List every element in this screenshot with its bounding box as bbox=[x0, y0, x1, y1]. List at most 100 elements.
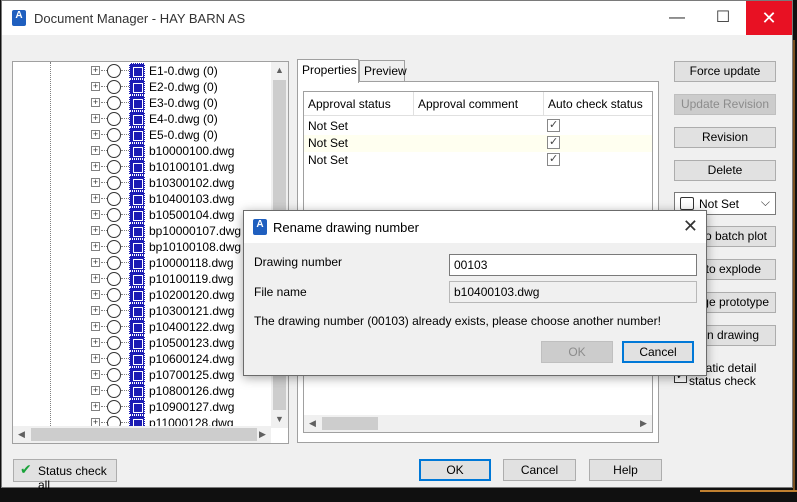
close-button[interactable]: ✕ bbox=[746, 1, 792, 35]
dwg-file-icon bbox=[129, 127, 145, 143]
dwg-file-icon bbox=[129, 287, 145, 303]
dwg-file-icon bbox=[129, 303, 145, 319]
dialog-titlebar: A Rename drawing number ✕ bbox=[244, 211, 706, 243]
help-button[interactable]: Help bbox=[589, 459, 662, 481]
revision-button[interactable]: Revision bbox=[674, 127, 776, 148]
status-circle-icon bbox=[107, 64, 121, 78]
cancel-button[interactable]: Cancel bbox=[503, 459, 576, 481]
force-update-button[interactable]: Force update bbox=[674, 61, 776, 82]
minimize-button[interactable]: — bbox=[654, 1, 700, 35]
delete-button[interactable]: Delete bbox=[674, 160, 776, 181]
tree-horizontal-scrollbar[interactable]: ◀ ▶ bbox=[13, 426, 271, 443]
tree-item[interactable]: + b10500104.dwg bbox=[13, 207, 271, 223]
expand-icon[interactable]: + bbox=[91, 290, 100, 299]
ok-button[interactable]: OK bbox=[419, 459, 491, 481]
expand-icon[interactable]: + bbox=[91, 210, 100, 219]
tree-item[interactable]: + p10000118.dwg bbox=[13, 255, 271, 271]
properties-horizontal-scrollbar[interactable]: ◀ ▶ bbox=[304, 415, 652, 432]
update-revision-button[interactable]: Update Revision bbox=[674, 94, 776, 115]
scroll-down-arrow-icon[interactable]: ▼ bbox=[271, 411, 288, 428]
maximize-button[interactable]: ☐ bbox=[700, 1, 746, 35]
tree-item-label: bp10100108.dwg bbox=[149, 240, 242, 254]
expand-icon[interactable]: + bbox=[91, 354, 100, 363]
status-circle-icon bbox=[107, 128, 121, 142]
tree-connector bbox=[121, 422, 129, 423]
tree-item[interactable]: + E2-0.dwg (0) bbox=[13, 79, 271, 95]
expand-icon[interactable]: + bbox=[91, 66, 100, 75]
dialog-close-icon[interactable]: ✕ bbox=[683, 216, 698, 237]
expand-icon[interactable]: + bbox=[91, 162, 100, 171]
tree-item[interactable]: + p10100119.dwg bbox=[13, 271, 271, 287]
expand-icon[interactable]: + bbox=[91, 338, 100, 347]
tree-item-label: b10000100.dwg bbox=[149, 144, 235, 158]
tree-item[interactable]: + E4-0.dwg (0) bbox=[13, 111, 271, 127]
column-header-approval-status[interactable]: Approval status bbox=[304, 92, 414, 116]
tree-item-label: E2-0.dwg (0) bbox=[149, 80, 218, 94]
scroll-left-arrow-icon[interactable]: ◀ bbox=[13, 426, 30, 443]
expand-icon[interactable]: + bbox=[91, 226, 100, 235]
tree-item[interactable]: + p10300121.dwg bbox=[13, 303, 271, 319]
tree-item[interactable]: + b10300102.dwg bbox=[13, 175, 271, 191]
tree-item[interactable]: + b10100101.dwg bbox=[13, 159, 271, 175]
dialog-ok-button[interactable]: OK bbox=[541, 341, 613, 363]
table-row[interactable]: Not Set bbox=[304, 135, 652, 152]
tree-item[interactable]: + p10200120.dwg bbox=[13, 287, 271, 303]
tree-item-label: p10500123.dwg bbox=[149, 336, 235, 350]
tree-item[interactable]: + bp10000107.dwg bbox=[13, 223, 271, 239]
tree-item[interactable]: + E5-0.dwg (0) bbox=[13, 127, 271, 143]
status-check-all-button[interactable]: ✔ Status check all bbox=[13, 459, 117, 492]
table-row[interactable]: Not Set bbox=[304, 118, 652, 135]
tree-item[interactable]: + p10400122.dwg bbox=[13, 319, 271, 335]
tree-item[interactable]: + p10500123.dwg bbox=[13, 335, 271, 351]
scroll-right-arrow-icon[interactable]: ▶ bbox=[254, 426, 271, 443]
tree-item[interactable]: + p10900127.dwg bbox=[13, 399, 271, 415]
expand-icon[interactable]: + bbox=[91, 370, 100, 379]
expand-icon[interactable]: + bbox=[91, 194, 100, 203]
tab-properties[interactable]: Properties bbox=[297, 59, 359, 83]
dialog-cancel-button[interactable]: Cancel bbox=[622, 341, 694, 363]
tree-item[interactable]: + b10000100.dwg bbox=[13, 143, 271, 159]
scroll-left-arrow-icon[interactable]: ◀ bbox=[304, 415, 321, 432]
scroll-up-arrow-icon[interactable]: ▲ bbox=[271, 62, 288, 79]
tree-item[interactable]: + p10600124.dwg bbox=[13, 351, 271, 367]
tree-item[interactable]: + E1-0.dwg (0) bbox=[13, 63, 271, 79]
expand-icon[interactable]: + bbox=[91, 146, 100, 155]
expand-icon[interactable]: + bbox=[91, 242, 100, 251]
tab-preview[interactable]: Preview bbox=[359, 60, 407, 82]
expand-icon[interactable]: + bbox=[91, 274, 100, 283]
expand-icon[interactable]: + bbox=[91, 402, 100, 411]
expand-icon[interactable]: + bbox=[91, 322, 100, 331]
table-row[interactable]: Not Set bbox=[304, 152, 652, 169]
expand-icon[interactable]: + bbox=[91, 178, 100, 187]
auto-check-checkbox[interactable] bbox=[547, 152, 560, 166]
column-header-auto-check-status[interactable]: Auto check status bbox=[544, 92, 652, 116]
expand-icon[interactable]: + bbox=[91, 130, 100, 139]
dwg-file-icon bbox=[129, 63, 145, 79]
expand-icon[interactable]: + bbox=[91, 386, 100, 395]
drawing-number-input[interactable] bbox=[449, 254, 697, 276]
tree-item[interactable]: + b10400103.dwg bbox=[13, 191, 271, 207]
approval-status-cell: Not Set bbox=[308, 119, 349, 133]
expand-icon[interactable]: + bbox=[91, 82, 100, 91]
expand-icon[interactable]: + bbox=[91, 306, 100, 315]
auto-check-checkbox[interactable] bbox=[547, 118, 560, 132]
auto-check-checkbox[interactable] bbox=[547, 135, 560, 149]
dwg-file-icon bbox=[129, 95, 145, 111]
properties-horizontal-scroll-thumb[interactable] bbox=[322, 417, 378, 430]
tree-horizontal-scroll-thumb[interactable] bbox=[31, 428, 257, 441]
scroll-right-arrow-icon[interactable]: ▶ bbox=[635, 415, 652, 432]
tree-item-label: p10100119.dwg bbox=[149, 272, 234, 286]
dwg-file-icon bbox=[129, 351, 145, 367]
expand-icon[interactable]: + bbox=[91, 114, 100, 123]
status-circle-icon bbox=[107, 192, 121, 206]
tree-item[interactable]: + E3-0.dwg (0) bbox=[13, 95, 271, 111]
tree-item[interactable]: + p10800126.dwg bbox=[13, 383, 271, 399]
expand-icon[interactable]: + bbox=[91, 98, 100, 107]
app-logo-icon: A bbox=[253, 219, 267, 235]
status-circle-icon bbox=[107, 144, 121, 158]
expand-icon[interactable]: + bbox=[91, 258, 100, 267]
tree-item[interactable]: + bp10100108.dwg bbox=[13, 239, 271, 255]
tree-item[interactable]: + p10700125.dwg bbox=[13, 367, 271, 383]
file-name-label: File name bbox=[254, 285, 307, 299]
column-header-approval-comment[interactable]: Approval comment bbox=[414, 92, 544, 116]
